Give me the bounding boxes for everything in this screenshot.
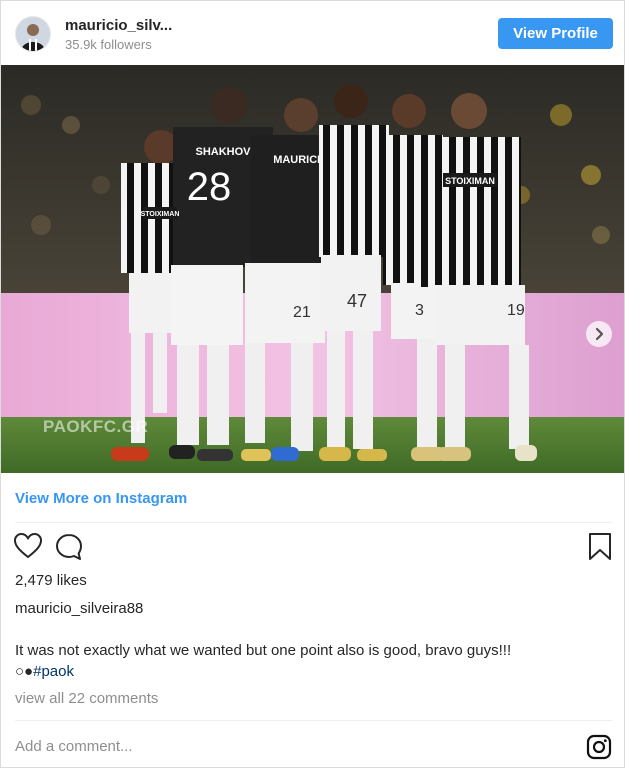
instagram-icon bbox=[586, 734, 612, 760]
bookmark-icon bbox=[589, 533, 611, 560]
follower-count: 35.9k followers bbox=[65, 37, 152, 52]
view-profile-button[interactable]: View Profile bbox=[498, 18, 613, 49]
svg-text:21: 21 bbox=[293, 304, 311, 321]
like-button[interactable] bbox=[13, 532, 43, 565]
like-count[interactable]: 2,479 likes bbox=[15, 572, 87, 589]
post-caption: It was not exactly what we wanted but on… bbox=[15, 642, 512, 659]
svg-text:3: 3 bbox=[415, 302, 424, 319]
avatar[interactable] bbox=[15, 16, 51, 52]
photo-watermark: PAOKFC.GR bbox=[43, 417, 149, 436]
save-button[interactable] bbox=[588, 532, 612, 567]
username[interactable]: mauricio_silv... bbox=[65, 17, 172, 34]
hashtag-link[interactable]: #paok bbox=[33, 663, 74, 680]
heart-icon bbox=[13, 532, 43, 559]
post-tags: ○●#paok bbox=[15, 663, 74, 680]
instagram-embed-card: mauricio_silv... 35.9k followers View Pr… bbox=[0, 0, 625, 768]
comment-input[interactable] bbox=[15, 738, 555, 755]
view-all-comments-link[interactable]: view all 22 comments bbox=[15, 690, 158, 707]
comment-button[interactable] bbox=[54, 532, 84, 567]
comment-icon bbox=[56, 534, 82, 560]
next-photo-button[interactable] bbox=[586, 321, 612, 347]
view-more-link[interactable]: View More on Instagram bbox=[15, 490, 187, 507]
post-author[interactable]: mauricio_silveira88 bbox=[15, 600, 143, 617]
instagram-logo-button[interactable] bbox=[586, 734, 612, 765]
svg-text:47: 47 bbox=[347, 291, 367, 311]
svg-text:STOIXIMAN: STOIXIMAN bbox=[141, 211, 180, 218]
svg-text:28: 28 bbox=[187, 165, 232, 209]
svg-text:19: 19 bbox=[507, 302, 525, 319]
divider bbox=[15, 522, 612, 523]
svg-text:STOIXIMAN: STOIXIMAN bbox=[445, 176, 495, 186]
chevron-right-icon bbox=[595, 327, 604, 341]
post-photo[interactable]: SHAKHOV 28 MAURICIO 21 47 3 STOIXIMAN 19… bbox=[1, 65, 624, 473]
svg-text:SHAKHOV: SHAKHOV bbox=[195, 146, 251, 158]
post-header: mauricio_silv... 35.9k followers View Pr… bbox=[1, 1, 624, 65]
divider bbox=[15, 720, 612, 721]
circle-emoji: ○● bbox=[15, 663, 34, 680]
